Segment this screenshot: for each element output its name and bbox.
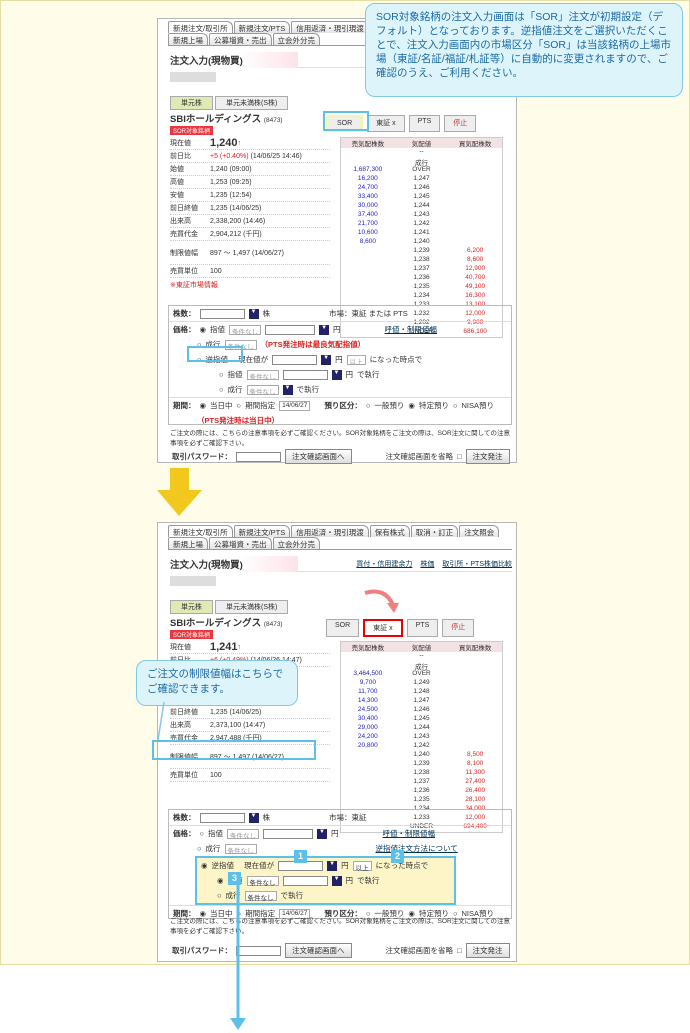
book-row: 24,500 1,246 <box>357 706 430 713</box>
tab-new-order-exchange[interactable]: 新規注文/取引所 <box>168 21 233 33</box>
confirm-button-2[interactable]: 注文確認画面へ <box>285 943 352 958</box>
marker-1: 1 <box>294 850 307 863</box>
book-row: 1,239 8,100 <box>413 760 484 767</box>
tab-ipo[interactable]: 新規上場 <box>168 33 208 45</box>
order-book-2: 売気配株数 気配値 買気配株数 -- 成行 3,464,500 OVER 9,700 1,24… <box>340 641 503 833</box>
tab-offering[interactable]: 公募増資・売出 <box>209 33 272 45</box>
book-row: 1,237 12,900 <box>413 265 486 272</box>
tab-cancel[interactable]: 取消・訂正 <box>410 525 459 537</box>
notice-text: ご注文の際には、こちらの注意事項を必ずご確認ください。SOR対象銘柄をご注文の際… <box>170 430 510 447</box>
book-row: -- <box>419 148 424 155</box>
book-row: 16,200 1,247 <box>357 175 430 182</box>
book-row: 8,600 1,240 <box>359 238 430 245</box>
tab-new-order-exchange-2[interactable]: 新規注文/取引所 <box>168 525 233 537</box>
book-row: 20,800 1,242 <box>357 742 430 749</box>
current-price: 1,240 <box>210 137 238 149</box>
market-tosho-button[interactable]: 東証 x <box>367 115 405 132</box>
submit-button-2[interactable]: 注文発注 <box>465 943 510 958</box>
tab-new-order-pts[interactable]: 新規注文/PTS <box>233 21 291 33</box>
book-row: 1,239 6,200 <box>413 247 484 254</box>
book-row: 1,235 49,100 <box>413 283 486 290</box>
down-arrow-icon <box>157 468 202 516</box>
tab-odd-lot[interactable]: 単元未満株(S株) <box>215 96 289 110</box>
book-row: 1,687,300 OVER <box>353 166 431 173</box>
book-row: 1,234 16,300 <box>413 292 486 299</box>
market-pts-button-2[interactable]: PTS <box>406 619 439 637</box>
book-row: 24,200 1,243 <box>357 733 430 740</box>
curved-arrow-icon <box>364 589 399 613</box>
book-row: 1,238 11,300 <box>413 769 485 776</box>
book-row: 9,700 1,249 <box>359 679 430 686</box>
book-row: 11,700 1,248 <box>358 688 430 695</box>
tab-margin[interactable]: 信用返済・現引現渡 <box>291 21 369 33</box>
book-row: 1,237 27,400 <box>413 778 486 785</box>
book-row: 14,300 1,247 <box>357 697 430 704</box>
callout-pointer <box>157 701 165 741</box>
stock-name: SBIホールディングス <box>170 114 262 125</box>
stop-order-highlight <box>187 346 243 362</box>
confirm-button[interactable]: 注文確認画面へ <box>285 449 352 464</box>
market-tosho-button-2[interactable]: 東証 x <box>363 619 403 637</box>
market-sor-button-2[interactable]: SOR <box>326 619 360 637</box>
book-row: -- <box>419 652 424 659</box>
sor-tag-2: SOR対象銘柄 <box>170 630 214 639</box>
stop-button[interactable]: 停止 <box>444 115 477 132</box>
tab-margin-2[interactable]: 信用返済・現引現渡 <box>291 525 369 537</box>
book-row: 29,000 1,244 <box>357 724 430 731</box>
book-row: 成行 <box>415 664 428 671</box>
stop-order-radio-2[interactable]: 逆指値 <box>212 860 235 871</box>
tab-distribution-2[interactable]: 立会外分売 <box>272 537 320 549</box>
stop-button-2[interactable]: 停止 <box>442 619 475 637</box>
book-row: 1,235 28,100 <box>413 796 486 803</box>
price-limit-range: 897 ～ 1,497 (14/06/27) <box>210 249 284 257</box>
tab-inquiry[interactable]: 注文照会 <box>459 525 500 537</box>
marker-2: 2 <box>391 850 404 863</box>
password-input[interactable] <box>236 451 281 462</box>
tab-new-order-pts-2[interactable]: 新規注文/PTS <box>233 525 291 537</box>
book-row: 30,400 1,245 <box>357 715 430 722</box>
page-title: 注文入力(現物買) <box>168 51 298 68</box>
quantity-input[interactable] <box>199 308 245 319</box>
tab-unit-shares[interactable]: 単元株 <box>170 96 213 110</box>
sor-tag: SOR対象銘柄 <box>170 126 214 135</box>
book-row: 1,236 40,700 <box>413 274 486 281</box>
sor-highlight <box>323 111 369 131</box>
book-row: 21,700 1,242 <box>357 220 430 227</box>
book-row: 1,238 8,600 <box>413 256 484 263</box>
callout-sor-default: SOR対象銘柄の注文入力画面は「SOR」注文が初期設定（デフォルト）となっており… <box>365 3 683 97</box>
stock-code: (8473) <box>263 117 283 124</box>
quote-link[interactable]: 株価 <box>420 559 434 569</box>
tab-odd-lot-2[interactable]: 単元未満株(S株) <box>215 600 289 614</box>
tab-ipo-2[interactable]: 新規上場 <box>168 537 208 549</box>
stock-name-2: SBIホールディングス <box>170 618 262 629</box>
order-form: 株数： ▼ 株市場：東証 または PTS 価格： ◉ 指値 条件なし ▼ 円呼値・制限値幅 … <box>168 305 512 425</box>
book-row: 30,000 1,244 <box>357 202 430 209</box>
book-row: 3,464,500 OVER <box>353 670 431 677</box>
book-row: 成行 <box>415 160 428 167</box>
book-row: 33,400 1,245 <box>357 193 430 200</box>
book-row: 37,400 1,243 <box>357 211 430 218</box>
notice-text-2: ご注文の際には、こちらの注意事項を必ずご確認ください。SOR対象銘柄をご注文の際… <box>170 918 510 935</box>
book-row: 24,700 1,246 <box>357 184 430 191</box>
limit-range-highlight <box>152 740 316 760</box>
current-price-2: 1,241 <box>210 641 238 653</box>
submit-button[interactable]: 注文発注 <box>465 449 510 464</box>
tab-distribution[interactable]: 立会外分売 <box>272 33 320 45</box>
price-input[interactable] <box>265 324 316 335</box>
compare-link[interactable]: 取引所・PTS株価比較 <box>442 559 512 569</box>
book-row: 1,236 26,400 <box>413 787 486 794</box>
market-pts-button[interactable]: PTS <box>408 115 441 132</box>
order-form-2: 株数： ▼ 株市場：東証 価格： ○ 指値 条件なし ▼ 円呼値・制限値幅 ○ 成行 条件なし… <box>168 809 512 919</box>
book-row: 1,240 8,500 <box>413 751 484 758</box>
book-row: 10,600 1,241 <box>357 229 430 236</box>
down-arrow-blue-icon <box>230 880 246 1030</box>
tab-offering-2[interactable]: 公募増資・売出 <box>209 537 272 549</box>
buying-power-link-2[interactable]: 買付・信用建余力 <box>356 559 412 569</box>
quantity-input-2[interactable] <box>199 812 245 823</box>
market-info-link[interactable]: ※東証市場情報 <box>170 280 330 290</box>
tab-holdings[interactable]: 保有株式 <box>369 525 410 537</box>
tab-unit-shares-2[interactable]: 単元株 <box>170 600 213 614</box>
page-title-2: 注文入力(現物買) <box>168 555 298 572</box>
